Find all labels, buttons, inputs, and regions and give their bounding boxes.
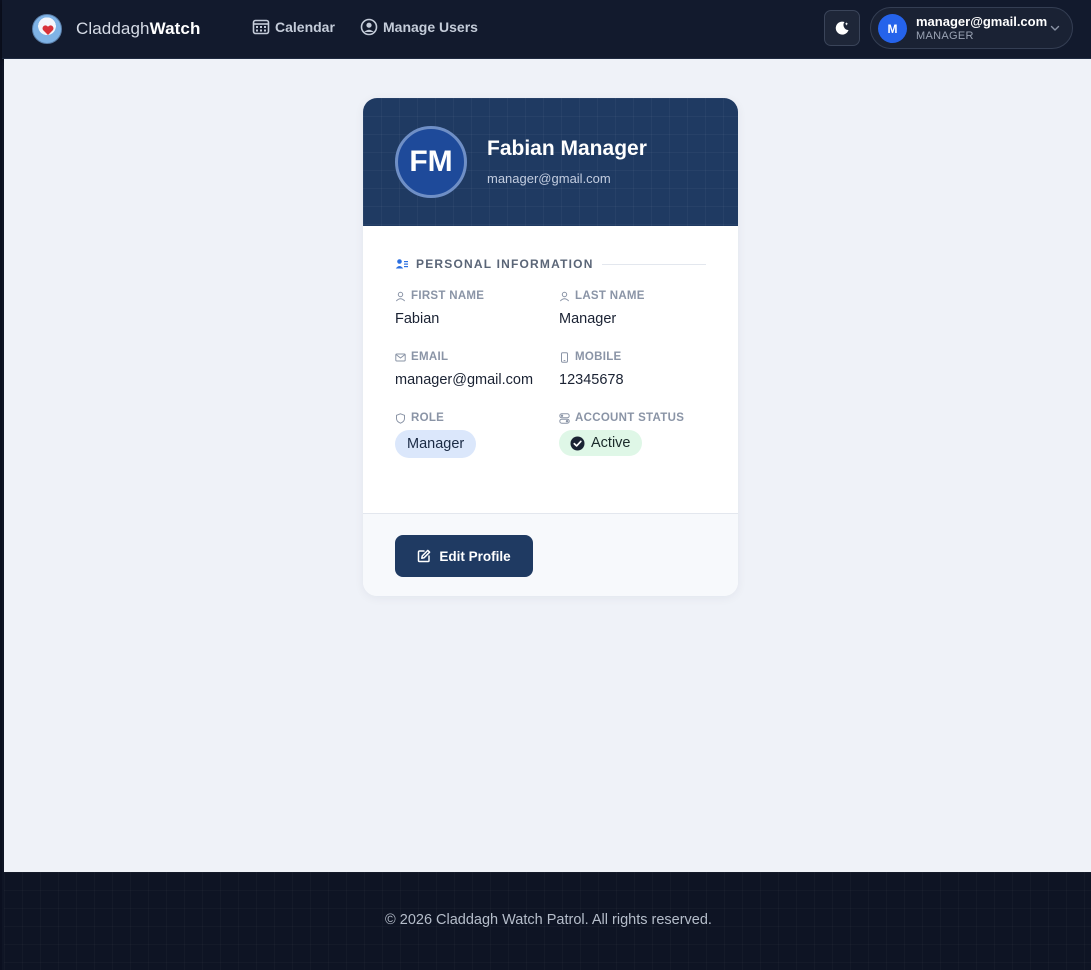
profile-card: FM Fabian Manager manager@gmail.com PERS…	[363, 98, 738, 596]
brand-logo	[32, 14, 62, 44]
edit-profile-button[interactable]: Edit Profile	[395, 535, 533, 577]
first-name-value: Fabian	[395, 311, 440, 327]
mobile-label-text: MOBILE	[575, 351, 622, 363]
field-last-name: LAST NAME Manager	[559, 290, 645, 327]
brand-name-light: Claddagh	[76, 19, 150, 38]
theme-toggle-button[interactable]	[824, 10, 860, 46]
profile-full-name: Fabian Manager	[487, 137, 647, 160]
section-title-text: PERSONAL INFORMATION	[416, 257, 594, 271]
section-personal-information: PERSONAL INFORMATION	[395, 256, 706, 272]
field-first-name: FIRST NAME Fabian	[395, 290, 484, 327]
user-circle-icon	[360, 18, 378, 36]
field-account-status-label: ACCOUNT STATUS	[559, 412, 684, 424]
user-role: MANAGER	[916, 30, 974, 42]
field-role-label: ROLE	[395, 412, 476, 424]
field-email: EMAIL manager@gmail.com	[395, 351, 533, 388]
role-label-text: ROLE	[411, 412, 445, 424]
user-menu[interactable]: M manager@gmail.com MANAGER	[870, 7, 1073, 49]
edit-profile-label: Edit Profile	[439, 548, 511, 564]
footer-copyright: © 2026 Claddagh Watch Patrol. All rights…	[385, 912, 712, 928]
profile-card-footer: Edit Profile	[363, 513, 738, 596]
field-last-name-label: LAST NAME	[559, 290, 645, 302]
edit-icon	[418, 549, 431, 563]
nav-calendar-label: Calendar	[275, 19, 335, 35]
email-label-text: EMAIL	[411, 351, 449, 363]
account-status-label-text: ACCOUNT STATUS	[575, 412, 685, 424]
user-icon	[395, 291, 406, 301]
profile-header: FM Fabian Manager manager@gmail.com	[363, 98, 738, 226]
field-account-status: ACCOUNT STATUS Active	[559, 412, 684, 456]
app-frame: CladdaghWatch Calendar Manage Users M ma…	[0, 0, 1091, 970]
field-role: ROLE Manager	[395, 412, 477, 458]
field-email-label: EMAIL	[395, 351, 533, 363]
role-badge: Manager	[395, 430, 477, 458]
user-email: manager@gmail.com	[916, 14, 1048, 29]
status-badge-text: Active	[591, 435, 631, 451]
nav-calendar[interactable]: Calendar	[252, 18, 335, 36]
field-mobile: MOBILE 12345678	[559, 351, 624, 388]
envelope-icon	[395, 353, 406, 361]
shield-icon	[396, 412, 405, 424]
user-icon	[559, 291, 570, 301]
phone-icon	[561, 351, 568, 363]
profile-avatar: FM	[395, 126, 467, 198]
heart-icon	[42, 25, 54, 35]
first-name-label-text: FIRST NAME	[411, 290, 485, 302]
main-content: FM Fabian Manager manager@gmail.com PERS…	[4, 59, 1091, 872]
users-list-icon	[395, 259, 408, 269]
chevron-down-icon	[1050, 25, 1060, 31]
last-name-value: Manager	[559, 311, 617, 327]
user-avatar: M	[878, 14, 907, 43]
nav-manage-users-label: Manage Users	[383, 19, 478, 35]
calendar-icon	[252, 19, 270, 35]
check-circle-icon	[570, 436, 585, 450]
field-first-name-label: FIRST NAME	[395, 290, 484, 302]
field-mobile-label: MOBILE	[559, 351, 624, 363]
last-name-label-text: LAST NAME	[575, 290, 645, 302]
brand-name: CladdaghWatch	[76, 19, 200, 39]
moon-icon	[835, 21, 849, 35]
page-footer: © 2026 Claddagh Watch Patrol. All rights…	[4, 872, 1091, 970]
toggle-icon	[559, 412, 570, 424]
section-divider	[601, 263, 706, 265]
nav-manage-users[interactable]: Manage Users	[360, 18, 478, 36]
profile-email: manager@gmail.com	[487, 171, 611, 186]
top-navbar: CladdaghWatch Calendar Manage Users M ma…	[2, 0, 1091, 59]
brand-name-bold: Watch	[149, 19, 201, 38]
status-badge: Active	[559, 430, 642, 456]
email-value: manager@gmail.com	[395, 372, 534, 388]
brand[interactable]: CladdaghWatch	[32, 14, 200, 44]
mobile-value: 12345678	[559, 372, 624, 388]
